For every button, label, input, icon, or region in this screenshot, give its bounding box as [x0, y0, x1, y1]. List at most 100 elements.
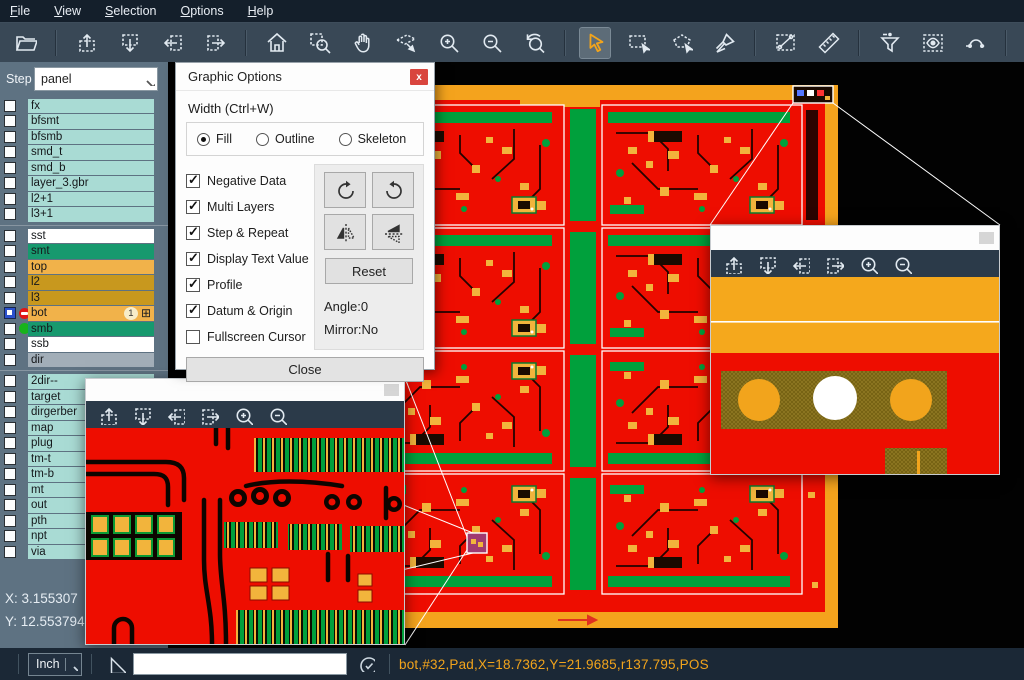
select-cursor-button[interactable] — [580, 28, 610, 58]
checkbox[interactable] — [186, 200, 200, 214]
command-input[interactable] — [133, 653, 347, 675]
radio-skeleton[interactable]: Skeleton — [339, 132, 407, 146]
shift-up-button[interactable] — [96, 404, 118, 426]
layer-checkbox[interactable] — [4, 468, 16, 480]
step-repeat-grid-icon[interactable]: ⊞ — [141, 307, 151, 319]
shift-down-button[interactable] — [130, 404, 152, 426]
layer-checkbox[interactable] — [4, 499, 16, 511]
close-button[interactable]: Close — [186, 357, 424, 382]
checkbox-row-step-repeat[interactable]: Step & Repeat — [186, 220, 314, 246]
shift-up-button[interactable] — [721, 253, 743, 275]
snap-jump-button[interactable] — [960, 28, 990, 58]
measure-distance-button[interactable] — [770, 28, 800, 58]
shift-right-button[interactable] — [198, 404, 220, 426]
shift-left-button[interactable] — [164, 404, 186, 426]
layer-bar[interactable]: bfsmt — [28, 114, 154, 129]
layer-bar[interactable]: fx — [28, 99, 154, 114]
select-rect-button[interactable] — [623, 28, 653, 58]
layer-bar[interactable]: l2+1 — [28, 192, 154, 207]
layer-bar[interactable]: top — [28, 260, 154, 275]
checkbox-row-profile[interactable]: Profile — [186, 272, 314, 298]
layer-bar[interactable]: layer_3.gbr — [28, 176, 154, 191]
layer-checkbox[interactable] — [4, 484, 16, 496]
step-select[interactable]: panel — [34, 67, 158, 91]
layer-checkbox[interactable] — [4, 546, 16, 558]
popup-close-button[interactable] — [384, 384, 399, 396]
select-polygon-button[interactable] — [666, 28, 696, 58]
layer-bar[interactable]: dir — [28, 353, 154, 368]
dialog-close-button[interactable]: x — [410, 69, 428, 85]
layer-bar[interactable]: l3+1 — [28, 207, 154, 222]
unit-select[interactable]: Inch — [28, 653, 82, 676]
zoom-window-view[interactable] — [86, 428, 404, 644]
layer-checkbox[interactable] — [4, 515, 16, 527]
layer-checkbox[interactable] — [4, 276, 16, 288]
zoom-window-view[interactable] — [711, 277, 999, 474]
menu-view[interactable]: View — [54, 4, 81, 18]
checkbox[interactable] — [186, 252, 200, 266]
zoom-window-titlebar[interactable] — [86, 379, 404, 401]
layer-bar[interactable]: bot1⊞ — [28, 306, 154, 321]
layer-bar[interactable]: smt — [28, 244, 154, 259]
angle-mode-button[interactable] — [107, 654, 127, 674]
layer-checkbox[interactable] — [4, 162, 16, 174]
filter-button[interactable] — [874, 28, 904, 58]
menu-options[interactable]: Options — [180, 4, 223, 18]
zoom-selection-button[interactable] — [390, 28, 420, 58]
menu-selection[interactable]: Selection — [105, 4, 156, 18]
shift-left-button[interactable] — [789, 253, 811, 275]
layer-bar[interactable]: smd_b — [28, 161, 154, 176]
zoom-out-button[interactable] — [266, 404, 288, 426]
mirror-v-button[interactable] — [372, 214, 414, 250]
checkbox[interactable] — [186, 304, 200, 318]
layer-bar[interactable]: smb — [28, 322, 154, 337]
layer-bar[interactable]: l3 — [28, 291, 154, 306]
layer-checkbox[interactable] — [4, 292, 16, 304]
pan-hand-button[interactable] — [347, 28, 377, 58]
clean-brush-button[interactable] — [709, 28, 739, 58]
checkbox-row-fullscreen-cursor[interactable]: Fullscreen Cursor — [186, 324, 314, 350]
reset-button[interactable]: Reset — [325, 258, 413, 284]
zoom-window-titlebar[interactable] — [711, 226, 999, 250]
layer-checkbox[interactable] — [4, 261, 16, 273]
open-button[interactable] — [10, 28, 40, 58]
checkbox-row-negative-data[interactable]: Negative Data — [186, 168, 314, 194]
popup-close-button[interactable] — [979, 232, 994, 244]
layer-checkbox[interactable] — [4, 391, 16, 403]
layer-checkbox[interactable] — [4, 422, 16, 434]
zoom-in-button[interactable] — [433, 28, 463, 58]
layer-checkbox[interactable] — [4, 307, 16, 319]
layer-checkbox[interactable] — [4, 115, 16, 127]
menu-help[interactable]: Help — [248, 4, 274, 18]
layer-checkbox[interactable] — [4, 453, 16, 465]
shift-down-button[interactable] — [755, 253, 777, 275]
radio-outline[interactable]: Outline — [256, 132, 315, 146]
shift-right-button[interactable] — [823, 253, 845, 275]
checkbox[interactable] — [186, 278, 200, 292]
zoom-out-button[interactable] — [891, 253, 913, 275]
layer-checkbox[interactable] — [4, 354, 16, 366]
layer-checkbox[interactable] — [4, 245, 16, 257]
view-options-button[interactable] — [917, 28, 947, 58]
home-view-button[interactable] — [261, 28, 291, 58]
checkbox[interactable] — [186, 174, 200, 188]
layer-bar[interactable]: bfsmb — [28, 130, 154, 145]
zoom-in-button[interactable] — [232, 404, 254, 426]
layer-bar[interactable]: l2 — [28, 275, 154, 290]
checkbox[interactable] — [186, 330, 200, 344]
layer-checkbox[interactable] — [4, 338, 16, 350]
layer-checkbox[interactable] — [4, 193, 16, 205]
layer-checkbox[interactable] — [4, 131, 16, 143]
zoom-in-button[interactable] — [857, 253, 879, 275]
layer-checkbox[interactable] — [4, 208, 16, 220]
layer-checkbox[interactable] — [4, 406, 16, 418]
mirror-h-button[interactable] — [324, 214, 366, 250]
shift-down-button[interactable] — [114, 28, 144, 58]
checkbox[interactable] — [186, 226, 200, 240]
checkbox-row-datum-origin[interactable]: Datum & Origin — [186, 298, 314, 324]
layer-checkbox[interactable] — [4, 530, 16, 542]
refresh-button[interactable] — [357, 654, 377, 674]
layer-bar[interactable]: ssb — [28, 337, 154, 352]
layer-bar[interactable]: sst — [28, 229, 154, 244]
ruler-button[interactable] — [813, 28, 843, 58]
